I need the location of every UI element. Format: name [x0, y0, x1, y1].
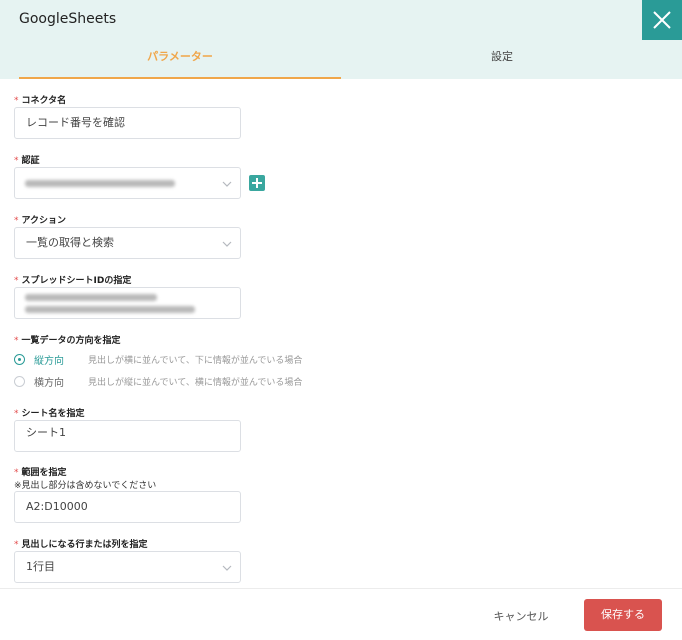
chevron-down-icon: [222, 241, 232, 247]
auth-select[interactable]: [14, 167, 241, 199]
save-button[interactable]: 保存する: [584, 599, 662, 631]
close-icon: [653, 11, 671, 29]
parameter-form: * コネクタ名 レコード番号を確認 * 認証 * アクション 一覧の取得と検索 * スプ…: [0, 79, 682, 588]
direction-horizontal-label[interactable]: 横方向: [34, 374, 64, 389]
redacted-account: [25, 180, 175, 187]
action-label: * アクション: [14, 216, 67, 226]
dialog-header: GoogleSheets パラメーター 設定: [0, 0, 682, 79]
direction-label: * 一覧データの方向を指定: [14, 336, 121, 346]
connector-name-input[interactable]: レコード番号を確認: [14, 107, 241, 139]
header-row-select-value: 1行目: [26, 560, 55, 573]
tab-settings[interactable]: 設定: [341, 43, 663, 79]
direction-horizontal-radio[interactable]: [14, 376, 25, 387]
redacted-id-line-1: [25, 294, 157, 301]
connector-name-label: * コネクタ名: [14, 96, 67, 106]
spreadsheet-id-input[interactable]: [14, 287, 241, 319]
redacted-id-line-2: [25, 306, 195, 313]
dialog-footer: キャンセル 保存する: [0, 588, 682, 640]
header-row-label: * 見出しになる行または列を指定: [14, 540, 148, 550]
header-row-select[interactable]: 1行目: [14, 551, 241, 583]
tab-parameters[interactable]: パラメーター: [19, 43, 341, 79]
close-button[interactable]: [642, 0, 682, 40]
range-note: ※見出し部分は含めないでください: [14, 481, 157, 491]
sheet-name-label: * シート名を指定: [14, 409, 85, 419]
range-label: * 範囲を指定: [14, 468, 67, 478]
plus-icon: [252, 178, 262, 188]
sheet-name-input[interactable]: シート1: [14, 420, 241, 452]
direction-horizontal-desc: 見出しが縦に並んでいて、横に情報が並んでいる場合: [88, 378, 303, 388]
direction-vertical-label[interactable]: 縦方向: [34, 352, 64, 367]
action-select-value: 一覧の取得と検索: [26, 236, 114, 249]
add-auth-button[interactable]: [249, 175, 265, 191]
range-input[interactable]: A2:D10000: [14, 491, 241, 523]
auth-label: * 認証: [14, 156, 40, 166]
direction-vertical-radio[interactable]: [14, 354, 25, 365]
direction-vertical-desc: 見出しが横に並んでいて、下に情報が並んでいる場合: [88, 356, 303, 366]
dialog-title: GoogleSheets: [19, 11, 117, 27]
action-select[interactable]: 一覧の取得と検索: [14, 227, 241, 259]
chevron-down-icon: [222, 565, 232, 571]
chevron-down-icon: [222, 181, 232, 187]
cancel-button[interactable]: キャンセル: [482, 603, 560, 631]
spreadsheet-id-label: * スプレッドシートIDの指定: [14, 276, 132, 286]
